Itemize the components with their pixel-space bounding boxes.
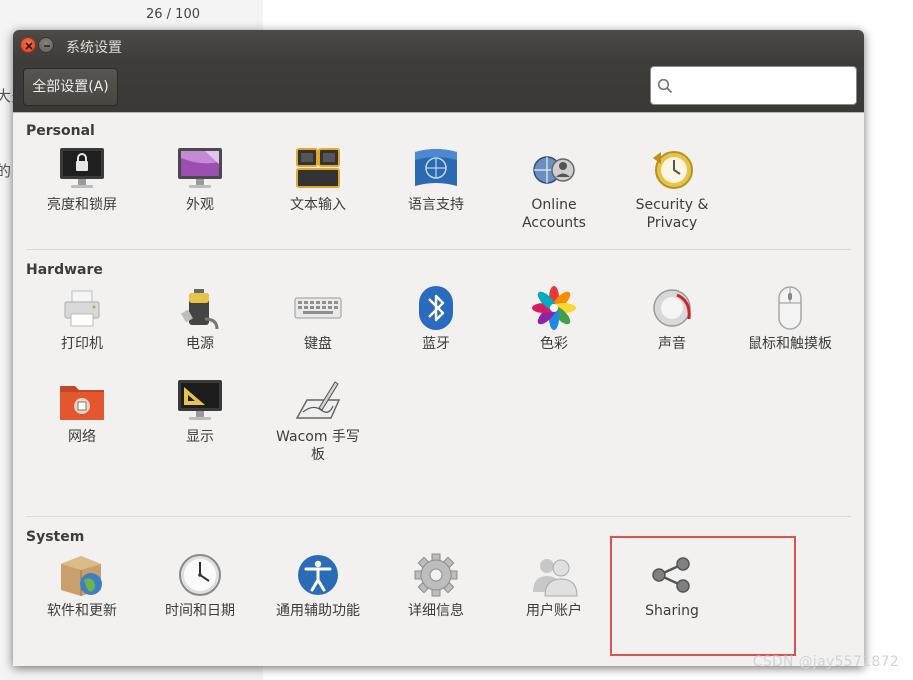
toolbar: 全部设置(A) [13, 62, 864, 112]
search-box[interactable] [650, 66, 857, 105]
title-bar: 系统设置 [13, 30, 864, 62]
settings-item-sound[interactable]: 声音 [613, 285, 731, 353]
display-icon [175, 378, 225, 424]
settings-item-label: 蓝牙 [422, 336, 450, 352]
settings-item-label: 通用辅助功能 [276, 603, 360, 619]
minimize-icon [44, 45, 50, 47]
user-accounts-icon [529, 552, 579, 598]
software-updates-icon [57, 552, 107, 598]
settings-item-online-accounts[interactable]: Online Accounts [495, 146, 613, 232]
settings-item-appearance[interactable]: 外观 [141, 146, 259, 214]
settings-item-label: 语言支持 [408, 197, 464, 213]
settings-item-label: 文本输入 [290, 197, 346, 213]
settings-item-label: 网络 [68, 429, 96, 445]
settings-item-label: 打印机 [61, 336, 103, 352]
settings-item-bluetooth[interactable]: 蓝牙 [377, 285, 495, 353]
settings-item-network[interactable]: 网络 [23, 378, 141, 446]
accessibility-icon [293, 552, 343, 598]
settings-item-security-privacy[interactable]: Security & Privacy [613, 146, 731, 232]
settings-item-label: 键盘 [304, 336, 332, 352]
close-icon [25, 42, 33, 50]
settings-item-wacom-tablet[interactable]: Wacom 手写 板 [259, 378, 377, 464]
settings-item-label: Security & Privacy [635, 197, 709, 231]
section-divider [26, 516, 851, 517]
settings-item-mouse-touchpad[interactable]: 鼠标和触摸板 [731, 285, 849, 353]
settings-item-label: 时间和日期 [165, 603, 235, 619]
section-divider [26, 249, 851, 250]
side-text-fragment: 的 [0, 162, 12, 180]
mouse-touchpad-icon [765, 285, 815, 331]
color-icon [529, 285, 579, 331]
settings-item-label: 电源 [186, 336, 214, 352]
settings-item-label: 亮度和锁屏 [47, 197, 117, 213]
settings-item-label: Online Accounts [522, 197, 586, 231]
settings-item-software-updates[interactable]: 软件和更新 [23, 552, 141, 620]
settings-item-label: 用户账户 [526, 603, 582, 619]
settings-item-label: 显示 [186, 429, 214, 445]
security-privacy-icon [647, 146, 697, 192]
online-accounts-icon [529, 146, 579, 192]
time-date-icon [175, 552, 225, 598]
settings-item-display[interactable]: 显示 [141, 378, 259, 446]
settings-item-text-entry[interactable]: 文本输入 [259, 146, 377, 214]
settings-panel: Personal 亮度和锁屏 外观 文本输入 语言支持 Online Accou… [13, 112, 864, 666]
appearance-icon [175, 146, 225, 192]
window-title: 系统设置 [66, 40, 122, 56]
settings-item-printer[interactable]: 打印机 [23, 285, 141, 353]
settings-item-keyboard[interactable]: 键盘 [259, 285, 377, 353]
sound-icon [647, 285, 697, 331]
settings-item-details[interactable]: 详细信息 [377, 552, 495, 620]
search-input[interactable] [681, 73, 851, 98]
section-title-system: System [26, 529, 85, 545]
settings-item-accessibility[interactable]: 通用辅助功能 [259, 552, 377, 620]
wacom-tablet-icon [293, 378, 343, 424]
minimize-button[interactable] [38, 37, 54, 53]
settings-item-label: 外观 [186, 197, 214, 213]
details-icon [411, 552, 461, 598]
settings-item-time-date[interactable]: 时间和日期 [141, 552, 259, 620]
settings-item-user-accounts[interactable]: 用户账户 [495, 552, 613, 620]
search-icon [657, 78, 673, 94]
sharing-highlight-box [610, 536, 796, 656]
settings-item-power[interactable]: 电源 [141, 285, 259, 353]
settings-item-label: 鼠标和触摸板 [748, 336, 832, 352]
system-settings-window: 系统设置 全部设置(A) Personal 亮度和锁屏 外观 文本输入 语言支持… [13, 30, 864, 666]
section-title-personal: Personal [26, 123, 95, 139]
settings-item-brightness-lock[interactable]: 亮度和锁屏 [23, 146, 141, 214]
watermark: CSDN @jay5571872 [752, 654, 899, 670]
language-support-icon [411, 146, 461, 192]
settings-item-label: 声音 [658, 336, 686, 352]
settings-item-color[interactable]: 色彩 [495, 285, 613, 353]
network-icon [57, 378, 107, 424]
bluetooth-icon [411, 285, 461, 331]
page-counter: 26 / 100 [146, 7, 200, 22]
lock-screen-icon [57, 146, 107, 192]
settings-item-language-support[interactable]: 语言支持 [377, 146, 495, 214]
text-entry-icon [293, 146, 343, 192]
section-title-hardware: Hardware [26, 262, 103, 278]
power-icon [175, 285, 225, 331]
close-button[interactable] [20, 37, 36, 53]
settings-item-label: 详细信息 [408, 603, 464, 619]
settings-item-label: Wacom 手写 板 [276, 429, 360, 463]
printer-icon [57, 285, 107, 331]
settings-item-label: 软件和更新 [47, 603, 117, 619]
keyboard-icon [293, 285, 343, 331]
settings-item-label: 色彩 [540, 336, 568, 352]
all-settings-button[interactable]: 全部设置(A) [23, 68, 118, 106]
